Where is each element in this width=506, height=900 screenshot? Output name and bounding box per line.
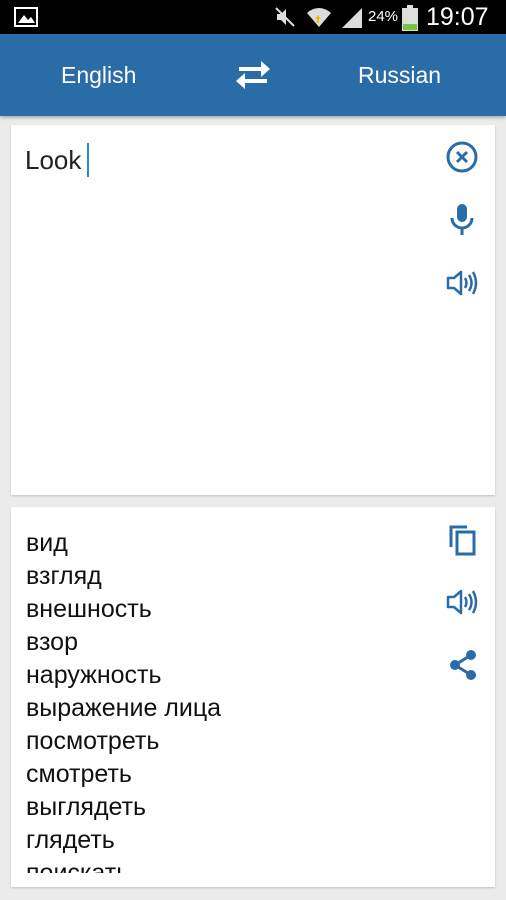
source-language-button[interactable]: English: [61, 34, 136, 116]
list-item: выражение лица: [26, 694, 222, 722]
list-item: выглядеть: [26, 793, 147, 821]
list-item: посмотреть: [26, 727, 160, 755]
status-bar: 24% 19:07: [0, 0, 506, 34]
input-text: Look: [25, 145, 82, 175]
clock: 19:07: [426, 3, 489, 31]
target-language-button[interactable]: Russian: [358, 34, 441, 116]
translation-list: вид взгляд внешность взор наружность выр…: [26, 527, 221, 873]
battery-percent: 24%: [368, 8, 399, 25]
text-cursor: [87, 143, 90, 177]
list-item: глядеть: [26, 826, 115, 854]
clear-icon[interactable]: [445, 140, 479, 174]
list-item: наружность: [26, 661, 162, 689]
input-field[interactable]: Look: [25, 143, 90, 177]
swap-arrows-icon[interactable]: [233, 58, 273, 92]
list-item: взор: [26, 628, 78, 656]
list-item: вид: [26, 529, 68, 557]
gallery-icon: [14, 7, 38, 27]
mute-icon: [275, 7, 295, 27]
speaker-icon[interactable]: [445, 266, 479, 300]
list-item: взгляд: [26, 562, 102, 590]
microphone-icon[interactable]: [447, 202, 477, 238]
wifi-icon: [307, 8, 331, 27]
battery-icon: [402, 5, 418, 31]
share-icon[interactable]: [447, 648, 479, 682]
output-card: вид взгляд внешность взор наружность выр…: [11, 507, 495, 887]
language-bar: English Russian: [0, 34, 506, 116]
input-card: Look: [11, 125, 495, 495]
copy-icon[interactable]: [447, 523, 477, 557]
signal-icon: [342, 8, 362, 28]
speaker-icon[interactable]: [445, 585, 479, 619]
list-item: смотреть: [26, 760, 132, 788]
list-item: внешность: [26, 595, 152, 623]
list-item: поискать: [26, 859, 130, 873]
